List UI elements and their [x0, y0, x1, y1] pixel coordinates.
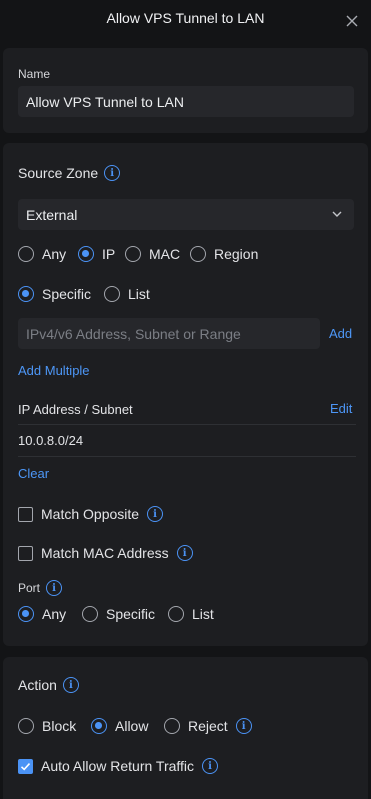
- match-mac-address-checkbox[interactable]: [18, 545, 33, 561]
- match-ip-option[interactable]: IP: [78, 246, 115, 262]
- match-mac-address-label: Match MAC Address: [41, 545, 169, 561]
- match-any-radio[interactable]: [18, 246, 34, 262]
- mode-specific-label: Specific: [42, 286, 92, 302]
- auto-allow-checkbox[interactable]: [18, 758, 33, 774]
- info-icon[interactable]: i: [104, 165, 121, 181]
- info-icon[interactable]: i: [147, 506, 164, 522]
- action-block-label: Block: [42, 718, 77, 734]
- match-region-option[interactable]: Region: [190, 246, 258, 262]
- close-icon[interactable]: [345, 14, 359, 28]
- edit-link[interactable]: Edit: [330, 401, 352, 416]
- name-card: Name Allow VPS Tunnel to LAN: [3, 48, 368, 133]
- port-any-option[interactable]: Any: [18, 606, 66, 622]
- divider: [18, 424, 356, 425]
- port-any-radio[interactable]: [18, 606, 34, 622]
- match-any-label: Any: [42, 246, 67, 262]
- port-specific-label: Specific: [106, 606, 156, 622]
- mode-list-option[interactable]: List: [104, 286, 150, 302]
- action-block-option[interactable]: Block: [18, 718, 76, 734]
- info-icon[interactable]: i: [235, 718, 252, 734]
- port-list-option[interactable]: List: [168, 606, 214, 622]
- info-icon[interactable]: i: [176, 545, 193, 561]
- ip-entry: 10.0.8.0/24: [18, 433, 84, 448]
- port-heading: Port i: [18, 580, 63, 596]
- source-zone-heading: Source Zone i: [18, 165, 121, 181]
- action-allow-radio[interactable]: [91, 718, 107, 734]
- match-mac-radio[interactable]: [125, 246, 141, 262]
- list-header-label: IP Address / Subnet: [18, 402, 133, 417]
- action-card: Action i Block Allow Reject i Auto Allow…: [3, 657, 368, 799]
- port-specific-option[interactable]: Specific: [82, 606, 155, 622]
- action-reject-option[interactable]: Reject i: [164, 718, 252, 734]
- match-mac-label: MAC: [149, 246, 181, 262]
- checkmark-icon: [20, 762, 31, 771]
- match-opposite-checkbox[interactable]: [18, 506, 33, 522]
- info-icon[interactable]: i: [202, 758, 219, 774]
- port-list-radio[interactable]: [168, 606, 184, 622]
- dialog-title: Allow VPS Tunnel to LAN: [106, 10, 265, 26]
- match-mac-address-option[interactable]: Match MAC Address i: [18, 545, 193, 561]
- source-card: Source Zone i External Any IP MAC Region…: [3, 143, 368, 646]
- action-reject-label: Reject: [188, 718, 228, 734]
- match-opposite-option[interactable]: Match Opposite i: [18, 506, 164, 522]
- match-region-label: Region: [214, 246, 259, 262]
- action-allow-option[interactable]: Allow: [91, 718, 148, 734]
- action-title: Action: [18, 677, 57, 693]
- match-any-option[interactable]: Any: [18, 246, 66, 262]
- clear-link[interactable]: Clear: [18, 466, 49, 481]
- mode-list-radio[interactable]: [104, 286, 120, 302]
- action-allow-label: Allow: [115, 718, 149, 734]
- source-zone-select[interactable]: External: [18, 199, 354, 230]
- match-region-radio[interactable]: [190, 246, 206, 262]
- chevron-down-icon: [332, 211, 342, 217]
- port-label: Port: [18, 581, 41, 595]
- source-zone-value: External: [26, 206, 78, 223]
- action-heading: Action i: [18, 677, 79, 693]
- match-opposite-label: Match Opposite: [41, 506, 140, 522]
- match-ip-radio[interactable]: [78, 246, 94, 262]
- divider: [18, 456, 356, 457]
- address-input[interactable]: IPv4/v6 Address, Subnet or Range: [18, 318, 320, 349]
- info-icon[interactable]: i: [62, 677, 79, 693]
- name-input[interactable]: Allow VPS Tunnel to LAN: [18, 86, 354, 117]
- dialog-header: Allow VPS Tunnel to LAN: [0, 0, 371, 40]
- port-any-label: Any: [42, 606, 67, 622]
- source-zone-title: Source Zone: [18, 165, 99, 181]
- action-block-radio[interactable]: [18, 718, 34, 734]
- mode-specific-radio[interactable]: [18, 286, 34, 302]
- name-label: Name: [18, 67, 51, 81]
- mode-list-label: List: [128, 286, 150, 302]
- port-list-label: List: [192, 606, 214, 622]
- add-button[interactable]: Add: [329, 326, 352, 341]
- info-icon[interactable]: i: [46, 580, 63, 596]
- add-multiple-link[interactable]: Add Multiple: [18, 363, 90, 378]
- match-ip-label: IP: [102, 246, 116, 262]
- match-mac-option[interactable]: MAC: [125, 246, 180, 262]
- mode-specific-option[interactable]: Specific: [18, 286, 91, 302]
- action-reject-radio[interactable]: [164, 718, 180, 734]
- auto-allow-label: Auto Allow Return Traffic: [41, 758, 195, 774]
- auto-allow-option[interactable]: Auto Allow Return Traffic i: [18, 758, 219, 774]
- port-specific-radio[interactable]: [82, 606, 98, 622]
